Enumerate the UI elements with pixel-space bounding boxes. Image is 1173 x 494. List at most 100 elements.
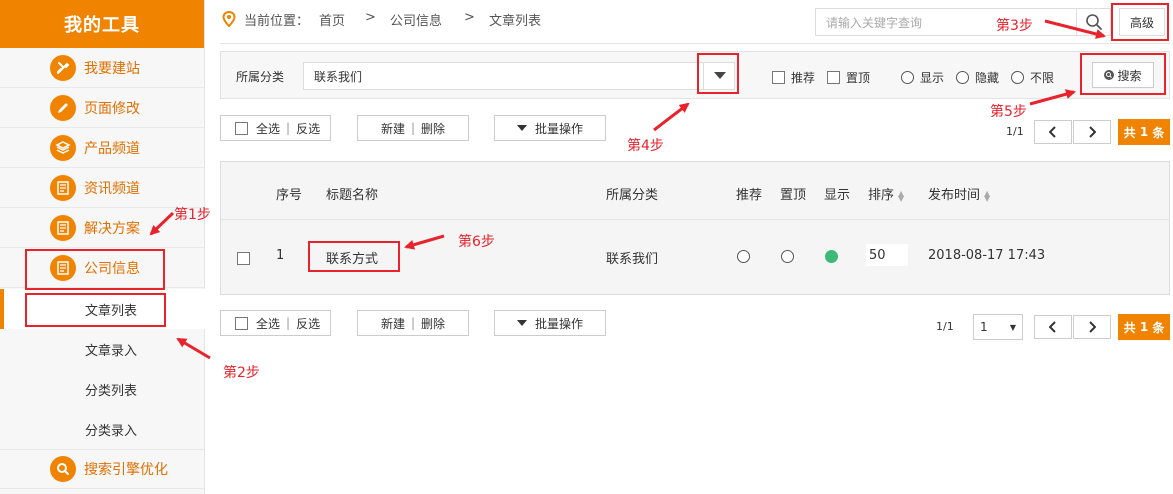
chevron-right-icon bbox=[1089, 321, 1096, 333]
sidebar-item-products[interactable]: 产品频道 bbox=[0, 128, 205, 168]
hide-label: 隐藏 bbox=[975, 71, 1000, 85]
col-order-label: 排序 bbox=[868, 188, 895, 203]
prev-page-button[interactable] bbox=[1034, 120, 1072, 144]
row-top-toggle[interactable] bbox=[781, 250, 794, 263]
total-prefix: 共 bbox=[1123, 320, 1136, 335]
sort-icon: ▲ ▼ bbox=[898, 188, 905, 203]
col-recommend: 推荐 bbox=[736, 188, 763, 203]
radio-circle[interactable] bbox=[1011, 71, 1024, 84]
chevron-left-icon bbox=[1049, 321, 1056, 333]
breadcrumb-separator: > bbox=[365, 10, 376, 25]
page-select[interactable]: 1 ▼ bbox=[973, 314, 1023, 340]
prev-page-button[interactable] bbox=[1034, 315, 1072, 339]
batch-button-bottom[interactable]: 批量操作 bbox=[494, 310, 606, 336]
sort-icon: ▲ ▼ bbox=[984, 188, 991, 203]
invert-link[interactable]: 反选 bbox=[296, 315, 320, 332]
batch-label: 批量操作 bbox=[534, 121, 583, 136]
box-icon bbox=[50, 134, 76, 161]
sidebar-item-label: 页面修改 bbox=[84, 100, 140, 117]
hide-radio[interactable]: 隐藏 bbox=[956, 69, 999, 86]
breadcrumb-company-info[interactable]: 公司信息 bbox=[390, 10, 442, 29]
checkbox-box[interactable] bbox=[772, 71, 785, 84]
location-pin-icon bbox=[222, 10, 236, 31]
delete-button[interactable]: 删除 bbox=[421, 120, 445, 137]
delete-button[interactable]: 删除 bbox=[421, 315, 445, 332]
col-category: 所属分类 bbox=[606, 188, 659, 203]
radio-circle[interactable] bbox=[901, 71, 914, 84]
show-radio[interactable]: 显示 bbox=[901, 69, 944, 86]
category-label: 所属分类 bbox=[236, 70, 285, 84]
sidebar-item-build[interactable]: 我要建站 bbox=[0, 48, 205, 88]
caret-down-icon bbox=[516, 319, 527, 326]
step5-label: 第5步 bbox=[990, 104, 1027, 120]
category-select[interactable]: 联系我们 bbox=[303, 62, 735, 90]
radio-circle[interactable] bbox=[956, 71, 969, 84]
any-label: 不限 bbox=[1030, 71, 1055, 85]
col-top: 置顶 bbox=[780, 188, 807, 203]
new-delete-group-top: 新建 | 删除 bbox=[357, 115, 469, 141]
search-input[interactable]: 请输入关键字查询 bbox=[815, 8, 1077, 36]
recommend-checkbox[interactable]: 推荐 bbox=[772, 69, 815, 86]
annotation-box-step5 bbox=[1080, 53, 1166, 95]
annotation-box-step4 bbox=[697, 53, 739, 94]
page-indicator-bottom: 1/1 bbox=[936, 320, 954, 333]
select-all-link[interactable]: 全选 bbox=[256, 120, 280, 137]
row-recommend-toggle[interactable] bbox=[737, 250, 750, 263]
total-suffix: 条 bbox=[1152, 125, 1165, 140]
select-group-top: 全选 | 反选 bbox=[220, 115, 331, 141]
row-order-input[interactable]: 50 bbox=[866, 244, 908, 266]
sidebar-item-seo[interactable]: 搜索引擎优化 bbox=[0, 449, 205, 489]
any-radio[interactable]: 不限 bbox=[1011, 69, 1054, 86]
select-all-link[interactable]: 全选 bbox=[256, 315, 280, 332]
col-order[interactable]: 排序 ▲ ▼ bbox=[868, 184, 904, 203]
news-icon bbox=[50, 174, 76, 201]
top-label: 置顶 bbox=[846, 71, 871, 85]
sidebar-title: 我的工具 bbox=[0, 0, 204, 48]
batch-button-top[interactable]: 批量操作 bbox=[494, 115, 606, 141]
col-index: 序号 bbox=[276, 188, 303, 203]
col-date[interactable]: 发布时间 ▲ ▼ bbox=[928, 184, 990, 203]
total-suffix: 条 bbox=[1152, 320, 1165, 335]
sidebar-sub-category-entry[interactable]: 分类录入 bbox=[0, 409, 205, 449]
search-button[interactable] bbox=[1077, 8, 1111, 36]
news-icon bbox=[50, 214, 76, 241]
sidebar-sub-category-list[interactable]: 分类列表 bbox=[0, 369, 205, 409]
annotation-box-step2 bbox=[25, 293, 166, 327]
annotation-box-step6 bbox=[308, 241, 400, 272]
sidebar-sub-article-entry[interactable]: 文章录入 bbox=[0, 329, 205, 369]
col-title: 标题名称 bbox=[326, 188, 379, 203]
breadcrumb-home[interactable]: 首页 bbox=[319, 10, 345, 29]
caret-down-icon: ▼ bbox=[1009, 322, 1016, 332]
new-button[interactable]: 新建 bbox=[381, 120, 405, 137]
chevron-left-icon bbox=[1049, 126, 1056, 138]
breadcrumb-article-list: 文章列表 bbox=[489, 14, 542, 29]
top-checkbox[interactable]: 置顶 bbox=[827, 69, 870, 86]
col-show: 显示 bbox=[824, 188, 851, 203]
caret-down-icon bbox=[516, 124, 527, 131]
row-checkbox[interactable] bbox=[237, 252, 250, 265]
sidebar-item-news[interactable]: 资讯频道 bbox=[0, 168, 205, 208]
new-button[interactable]: 新建 bbox=[381, 315, 405, 332]
sidebar-item-label: 搜索引擎优化 bbox=[84, 462, 168, 478]
select-group-bottom: 全选 | 反选 bbox=[220, 310, 331, 336]
select-all-checkbox[interactable] bbox=[235, 316, 248, 330]
pencil-icon bbox=[50, 94, 76, 121]
divider: | bbox=[410, 121, 416, 135]
breadcrumb-prefix: 当前位置： bbox=[244, 14, 310, 29]
page-indicator-top: 1/1 bbox=[1006, 125, 1024, 138]
arrow-step4 bbox=[653, 102, 690, 132]
step3-label: 第3步 bbox=[996, 18, 1033, 34]
row-category: 联系我们 bbox=[606, 252, 659, 267]
select-all-checkbox[interactable] bbox=[235, 121, 248, 135]
annotation-box-step1 bbox=[25, 249, 165, 290]
next-page-button[interactable] bbox=[1073, 120, 1111, 144]
row-show-toggle[interactable] bbox=[825, 250, 838, 263]
batch-label: 批量操作 bbox=[534, 316, 583, 331]
next-page-button[interactable] bbox=[1073, 315, 1111, 339]
show-label: 显示 bbox=[920, 71, 945, 85]
invert-link[interactable]: 反选 bbox=[296, 120, 320, 137]
sidebar-item-page-edit[interactable]: 页面修改 bbox=[0, 88, 205, 128]
checkbox-box[interactable] bbox=[827, 71, 840, 84]
table-header: 序号 标题名称 所属分类 推荐 置顶 显示 排序 ▲ ▼ 发布时间 ▲ ▼ bbox=[221, 162, 1169, 220]
sidebar-item-label: 资讯频道 bbox=[84, 180, 140, 197]
